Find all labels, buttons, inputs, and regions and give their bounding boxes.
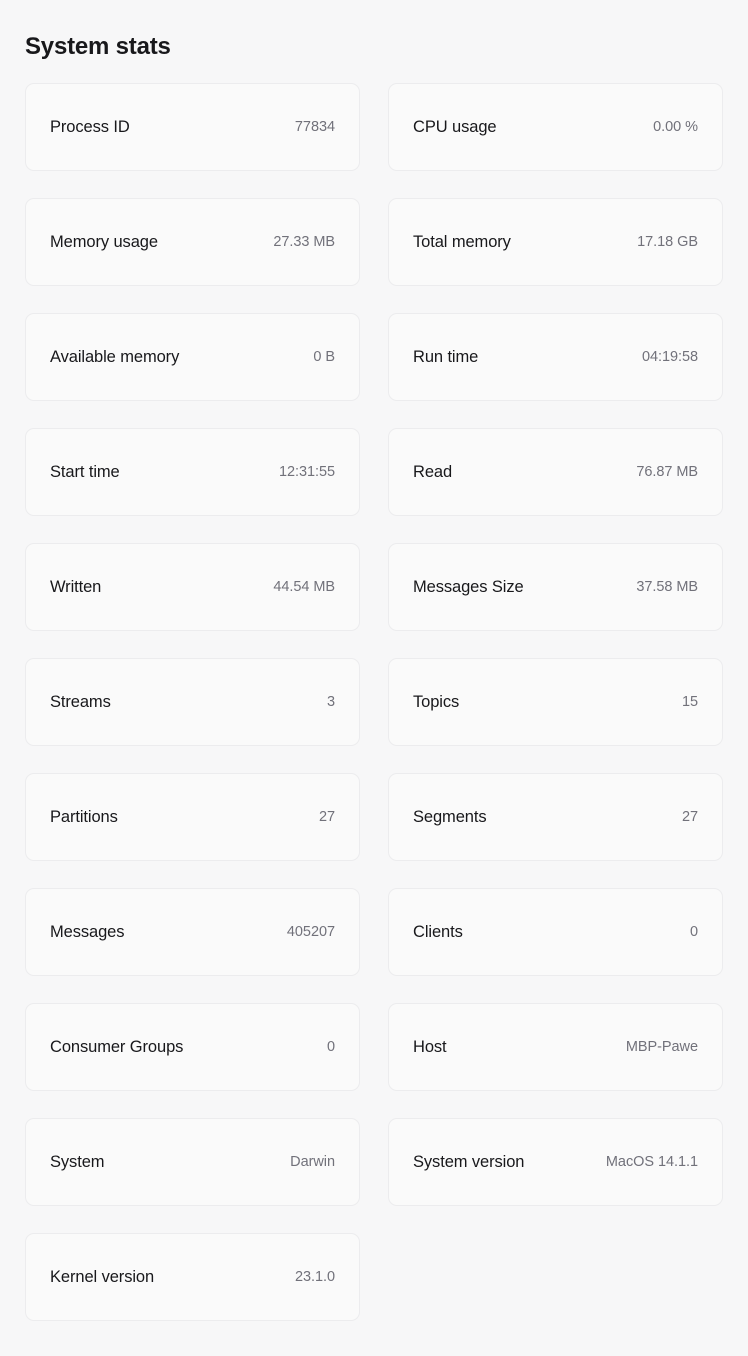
- stat-value: 0.00 %: [653, 119, 698, 135]
- stat-value: 12:31:55: [278, 464, 335, 480]
- stat-label: System: [50, 1153, 105, 1171]
- stat-label: Host: [413, 1038, 447, 1056]
- stat-card: Segments 27: [388, 773, 723, 861]
- stat-card: Run time 04:19:58: [388, 313, 723, 401]
- stat-label: Segments: [413, 808, 487, 826]
- stat-card: Messages 405207: [25, 888, 360, 976]
- stat-card: Streams 3: [25, 658, 360, 746]
- stat-card: System version MacOS 14.1.1: [388, 1118, 723, 1206]
- stat-value: 23.1.0: [294, 1269, 335, 1285]
- stat-value: 27.33 MB: [273, 234, 335, 250]
- stat-label: Topics: [413, 693, 460, 711]
- stat-value: 0: [689, 924, 698, 940]
- stat-label: Total memory: [413, 233, 511, 251]
- stat-label: System version: [413, 1153, 525, 1171]
- stat-label: Partitions: [50, 808, 118, 826]
- stat-label: Available memory: [50, 348, 180, 366]
- stat-value: 77834: [294, 119, 335, 135]
- stat-card: Kernel version 23.1.0: [25, 1233, 360, 1321]
- stat-value: 15: [681, 694, 698, 710]
- stat-value: 27: [681, 809, 698, 825]
- stat-label: Process ID: [50, 118, 130, 136]
- stat-label: Written: [50, 578, 102, 596]
- stat-label: CPU usage: [413, 118, 497, 136]
- stat-value: Darwin: [290, 1154, 335, 1170]
- stat-value: 0 B: [313, 349, 335, 365]
- stat-card: Messages Size 37.58 MB: [388, 543, 723, 631]
- stat-label: Start time: [50, 463, 120, 481]
- stat-label: Messages Size: [413, 578, 524, 596]
- stat-value: 3: [326, 694, 335, 710]
- stat-card: Topics 15: [388, 658, 723, 746]
- system-stats-page: System stats Process ID 77834 CPU usage 0.0…: [0, 0, 748, 1356]
- stat-card: Memory usage 27.33 MB: [25, 198, 360, 286]
- stat-card: System Darwin: [25, 1118, 360, 1206]
- stat-value: 44.54 MB: [273, 579, 335, 595]
- stat-value: MBP-Pawe: [625, 1039, 698, 1055]
- stat-value: 0: [326, 1039, 335, 1055]
- stat-card: Available memory 0 B: [25, 313, 360, 401]
- stat-label: Consumer Groups: [50, 1038, 184, 1056]
- stat-card: Partitions 27: [25, 773, 360, 861]
- stat-card: Consumer Groups 0: [25, 1003, 360, 1091]
- stat-value: MacOS 14.1.1: [605, 1154, 698, 1170]
- stat-value: 37.58 MB: [636, 579, 698, 595]
- stat-card: Total memory 17.18 GB: [388, 198, 723, 286]
- stat-card: Written 44.54 MB: [25, 543, 360, 631]
- stat-value: 76.87 MB: [636, 464, 698, 480]
- stat-card: Read 76.87 MB: [388, 428, 723, 516]
- stat-label: Messages: [50, 923, 125, 941]
- stat-value: 17.18 GB: [637, 234, 698, 250]
- stat-card: Process ID 77834: [25, 83, 360, 171]
- stat-label: Memory usage: [50, 233, 158, 251]
- stat-card: Clients 0: [388, 888, 723, 976]
- stats-grid: Process ID 77834 CPU usage 0.00 % Memory usa…: [25, 83, 723, 1321]
- stat-label: Kernel version: [50, 1268, 155, 1286]
- stat-value: 405207: [286, 924, 335, 940]
- stat-label: Read: [413, 463, 453, 481]
- stat-label: Clients: [413, 923, 463, 941]
- stat-value: 27: [318, 809, 335, 825]
- stat-value: 04:19:58: [641, 349, 698, 365]
- stat-label: Streams: [50, 693, 111, 711]
- stat-card: CPU usage 0.00 %: [388, 83, 723, 171]
- stat-card: Start time 12:31:55: [25, 428, 360, 516]
- stat-card: Host MBP-Pawe: [388, 1003, 723, 1091]
- stat-label: Run time: [413, 348, 479, 366]
- page-title: System stats: [25, 33, 171, 60]
